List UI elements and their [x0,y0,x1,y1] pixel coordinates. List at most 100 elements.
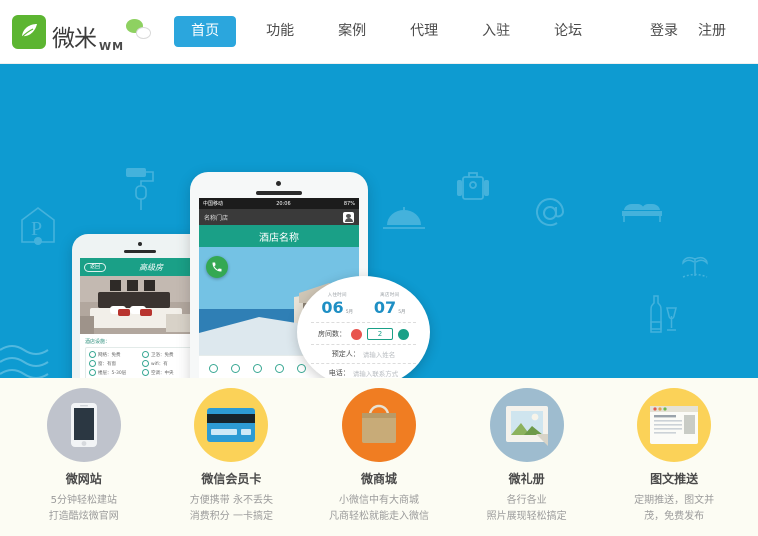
phone-left-screen: 返回 高级房 酒店设施： 网络：免费 卫浴：免费 窗：有窗 wifi：有 楼层：… [80,258,200,378]
site-logo[interactable]: 微米 WM [12,14,156,53]
app-subbar: 名称门店 [199,209,359,225]
feature-desc-line1: 定期推送，图文并 [634,495,715,506]
phone-label: 电话： [328,369,350,377]
bed-icon [620,194,664,224]
feature-desc-line1: 各行各业 [506,495,547,506]
nav-item-features[interactable]: 功能 [252,16,308,48]
status-bar: 中国移动 20:06 87% [199,198,359,209]
feature-title: 微礼册 [508,472,545,486]
amenity-breakfast-icon [252,364,262,373]
phone-camera-icon [138,242,142,246]
window-icon [89,360,96,367]
hotel-name-title: 酒店名称 [199,225,359,247]
feature-item-membership-card[interactable]: 微信会员卡 方便携带 永不丢失 消费积分 一卡搞定 [163,388,299,524]
feature-desc-line1: 5分钟轻松建站 [50,495,117,506]
paint-roller-icon [124,164,158,212]
feature-desc-line2: 照片展现轻松搞定 [486,510,567,522]
minus-circle-icon[interactable] [351,328,362,340]
facility-item: 空调：中央 [142,369,191,376]
auth-links: 登录 注册 [642,16,746,48]
status-time: 20:06 [276,200,291,207]
smartphone-icon [46,388,121,462]
feature-item-mall[interactable]: 微商城 小微信中有大商城 凡商轻松就能走入微信 [311,388,447,524]
feature-item-microsite[interactable]: 微网站 5分钟轻松建站 打造酷炫微官网 [16,388,152,524]
phone-input[interactable]: 请输入联系方式 [353,368,399,378]
room-count-row: 房间数： 2 [311,322,416,340]
amenity-gym-icon [296,364,306,373]
bath-icon [142,351,149,358]
bubble-checkin[interactable]: 入住时间 06 5月 [321,292,353,317]
guest-name-input[interactable]: 请输入姓名 [363,349,396,359]
luggage-icon [455,169,491,203]
bubble-checkout[interactable]: 离店时间 07 5月 [374,292,406,317]
feature-title: 微信会员卡 [201,472,262,486]
phone-speaker-icon [124,250,156,253]
brand-sub: WM [99,39,125,53]
wechat-icon [126,18,156,43]
room-count-label: 房间数： [318,330,346,338]
amenity-wifi-icon [208,364,218,373]
guest-name-row: 预定人： 请输入姓名 [311,344,416,359]
facility-item: 网络：免费 [89,351,138,358]
register-link[interactable]: 注册 [690,16,734,48]
feature-desc-line2: 凡商轻松就能走入微信 [328,510,429,522]
article-window-icon [637,388,712,462]
app-topbar-left: 返回 高级房 [80,258,200,276]
checkout-day: 07 [373,298,397,317]
nav-item-join[interactable]: 入驻 [468,16,524,48]
room-photo [80,276,200,334]
plus-circle-icon[interactable] [398,328,409,340]
facilities-title: 酒店设施： [85,339,111,345]
login-link[interactable]: 登录 [642,16,686,48]
status-battery: 87% [343,200,355,207]
page-root: 微米 WM 首页 功能 案例 代理 入驻 论坛 登录 注册 P 返回 高级房 酒… [0,0,758,536]
site-header: 微米 WM 首页 功能 案例 代理 入驻 论坛 登录 注册 [0,0,758,64]
amenity-parking-icon [230,364,240,373]
feature-item-album[interactable]: 微礼册 各行各业 照片展现轻松搞定 [459,388,595,524]
nav-item-forum[interactable]: 论坛 [540,16,596,48]
room-type-title: 高级房 [139,262,163,272]
feature-title: 图文推送 [650,472,699,486]
feature-desc-line2: 消费积分 一卡搞定 [189,510,273,522]
checkin-month: 5月 [345,310,354,315]
photo-album-icon [489,388,564,462]
wine-bottle-glass-icon [645,292,679,336]
leaf-logo-icon [12,14,46,49]
phone-call-icon[interactable] [206,256,228,278]
palm-tree-icon [680,249,710,285]
back-button[interactable]: 返回 [84,262,107,272]
phone-speaker-icon [256,191,302,195]
checkin-day: 06 [321,298,344,317]
room-count-input[interactable]: 2 [367,328,393,340]
facilities-grid: 网络：免费 卫浴：免费 窗：有窗 wifi：有 楼层：5-30层 空调：中央 可… [85,347,195,378]
user-avatar-icon[interactable] [343,211,354,223]
hotel-facilities-section: 酒店设施： 网络：免费 卫浴：免费 窗：有窗 wifi：有 楼层：5-30层 空… [80,334,200,378]
nav-item-cases[interactable]: 案例 [324,16,380,48]
facility-item: 楼层：5-30层 [89,369,138,376]
facility-item: 窗：有窗 [89,360,138,367]
feature-desc-line2: 打造酷炫微官网 [48,510,119,522]
phone-row: 电话： 请输入联系方式 [311,363,416,378]
features-section: 微网站 5分钟轻松建站 打造酷炫微官网 微信会员卡 方便携带 永不丢失 消费积分… [0,378,758,536]
feature-desc-line1: 小微信中有大商城 [338,495,419,506]
status-carrier: 中国移动 [203,201,224,207]
brand-name: 微米 [52,25,97,52]
main-nav: 首页 功能 案例 代理 入驻 论坛 登录 注册 [174,0,746,63]
floor-icon [89,369,96,376]
parking-house-icon: P [18,204,58,246]
store-name: 名称门店 [204,214,229,222]
feature-title: 微商城 [360,472,397,486]
phone-camera-icon [276,181,281,186]
svg-text:P: P [31,218,42,240]
guest-name-label: 预定人： [331,350,360,358]
feature-desc-line1: 方便携带 永不丢失 [189,495,273,506]
at-symbol-icon [533,197,567,231]
wifi-icon [89,351,96,358]
nav-item-home[interactable]: 首页 [174,15,237,48]
aircon-icon [142,369,149,376]
hero-banner: P 返回 高级房 酒店设施： 网络：免费 卫浴：免费 窗：有窗 wifi：有 楼… [0,64,758,378]
feature-item-article-push[interactable]: 图文推送 定期推送，图文并 茂，免费发布 [606,388,742,524]
feature-title: 微网站 [65,472,102,486]
bubble-dates: 入住时间 06 5月 离店时间 07 5月 [311,288,416,317]
nav-item-agent[interactable]: 代理 [396,16,452,48]
